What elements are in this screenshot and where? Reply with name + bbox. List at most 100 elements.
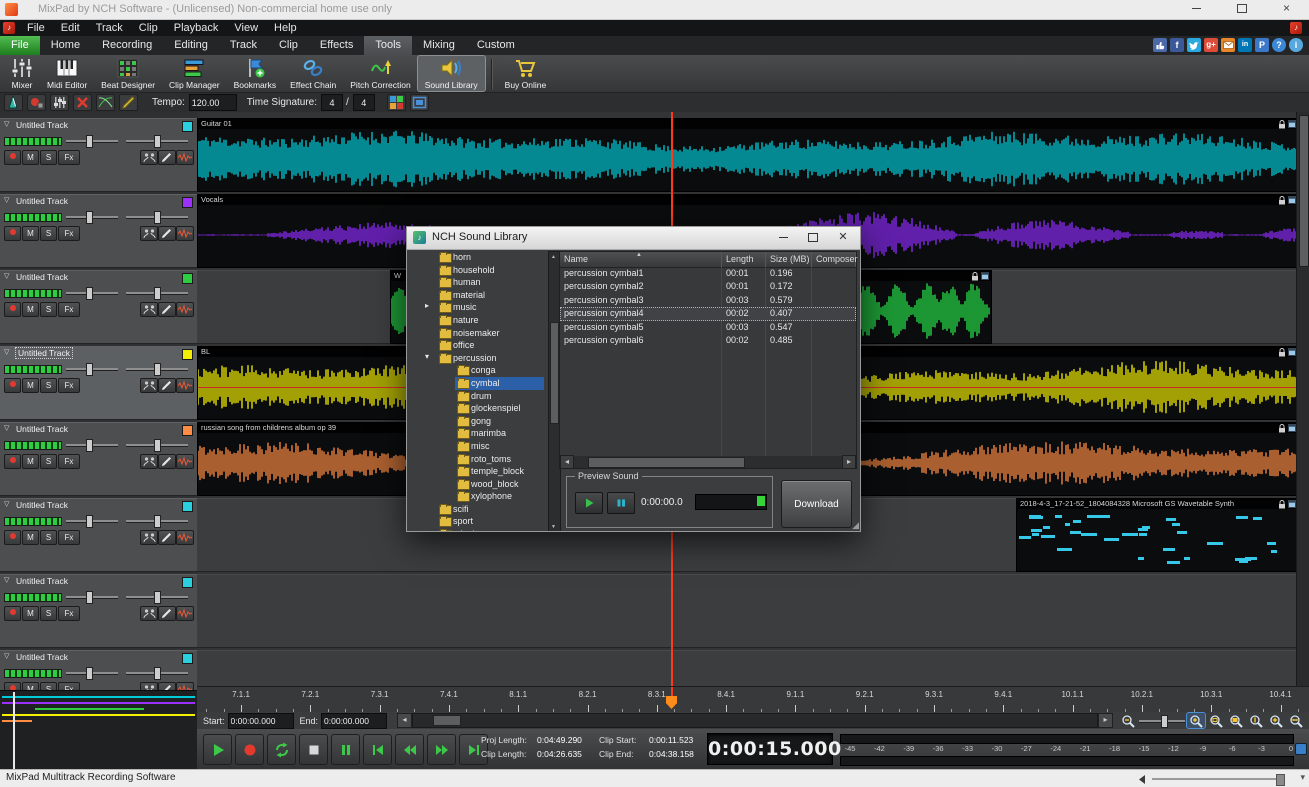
tab-file[interactable]: File: [0, 36, 40, 55]
tree-item-conga[interactable]: conga: [413, 364, 546, 377]
tree-item-material[interactable]: material: [413, 289, 546, 302]
effect-chain-button[interactable]: Effect Chain: [283, 56, 343, 91]
pitch-correction-button[interactable]: Pitch Correction: [343, 56, 417, 91]
meter-options-icon[interactable]: [1295, 743, 1307, 755]
loop-button[interactable]: [267, 734, 296, 765]
pause-button[interactable]: [331, 734, 360, 765]
tree-item-cymbal[interactable]: cymbal: [413, 377, 546, 390]
dialog-close-icon[interactable]: ✕: [828, 227, 858, 249]
tree-scroll-up-icon[interactable]: ▲: [549, 252, 558, 262]
zoom-selection-icon[interactable]: [1207, 713, 1225, 728]
record-arm-button[interactable]: [4, 226, 21, 241]
mute-button[interactable]: M: [22, 302, 39, 317]
sends-icon[interactable]: [140, 226, 158, 241]
tree-item-scifi[interactable]: scifi: [413, 503, 546, 516]
play-button[interactable]: [203, 734, 232, 765]
menu-view[interactable]: View: [226, 20, 266, 36]
fx-button[interactable]: Fx: [58, 302, 80, 317]
scroll-left-icon[interactable]: ◂: [397, 713, 412, 728]
collapse-icon[interactable]: ▽: [4, 196, 9, 204]
sends-icon[interactable]: [140, 150, 158, 165]
solo-button[interactable]: S: [40, 378, 57, 393]
track-header-4[interactable]: ▽Untitled TrackMSFx: [0, 346, 197, 420]
tree-item-marimba[interactable]: marimba: [413, 427, 546, 440]
to-start-button[interactable]: [363, 734, 392, 765]
automation-pencil-icon[interactable]: [158, 530, 176, 545]
sound-row-5[interactable]: percussion cymbal500:030.547: [560, 321, 856, 334]
tree-item-misc[interactable]: misc: [413, 440, 546, 453]
record-arm-button[interactable]: [4, 530, 21, 545]
pan-slider[interactable]: [126, 591, 188, 602]
slider-thumb[interactable]: [86, 591, 93, 604]
automation-pencil-icon[interactable]: [158, 150, 176, 165]
tree-scroll-down-icon[interactable]: ▼: [549, 522, 558, 531]
start-time-input[interactable]: [228, 713, 294, 729]
dialog-titlebar[interactable]: ♪ NCH Sound Library ✕: [407, 227, 860, 250]
preview-stop-button[interactable]: [607, 492, 635, 514]
slider-thumb[interactable]: [86, 515, 93, 528]
delete-clip-icon[interactable]: [73, 94, 92, 111]
scrollbar-thumb[interactable]: [433, 715, 461, 726]
tree-item-xylophone[interactable]: xylophone: [413, 490, 546, 503]
sound-row-4[interactable]: percussion cymbal400:020.407: [560, 307, 856, 320]
tree-item-office[interactable]: office: [413, 339, 546, 352]
fx-button[interactable]: Fx: [58, 150, 80, 165]
solo-button[interactable]: S: [40, 226, 57, 241]
tab-track[interactable]: Track: [219, 36, 268, 55]
fx-button[interactable]: Fx: [58, 606, 80, 621]
tree-item-roto_toms[interactable]: roto_toms: [413, 453, 546, 466]
tree-item-percussion[interactable]: ▾percussion: [413, 352, 546, 365]
clip-1[interactable]: Guitar 01: [197, 118, 1299, 192]
slider-thumb[interactable]: [154, 211, 161, 224]
preview-play-button[interactable]: [575, 492, 603, 514]
tree-item-sport[interactable]: sport: [413, 515, 546, 528]
horizontal-scrollbar[interactable]: ◂ ▸: [397, 714, 1113, 727]
tab-home[interactable]: Home: [40, 36, 91, 55]
facebook-icon[interactable]: f: [1170, 38, 1184, 52]
googleplus-icon[interactable]: g+: [1204, 38, 1218, 52]
volume-slider[interactable]: [66, 363, 118, 374]
volume-icon[interactable]: [1136, 774, 1147, 785]
collapse-icon[interactable]: ▽: [4, 424, 9, 432]
mute-button[interactable]: M: [22, 530, 39, 545]
slider-thumb[interactable]: [86, 667, 93, 680]
collapse-icon[interactable]: ▽: [4, 500, 9, 508]
sends-icon[interactable]: [140, 454, 158, 469]
statusbar-dropdown-icon[interactable]: ▾: [1300, 772, 1305, 783]
marker-pencil-icon[interactable]: [119, 94, 138, 111]
tree-item-telephone[interactable]: telephone: [413, 528, 546, 531]
menu-edit[interactable]: Edit: [53, 20, 88, 36]
column-header-sizemb[interactable]: Size (MB): [766, 252, 812, 267]
sound-row-3[interactable]: percussion cymbal300:030.579: [560, 294, 856, 307]
waveform-view-icon[interactable]: [176, 530, 194, 545]
tab-mixing[interactable]: Mixing: [412, 36, 466, 55]
dialog-maximize-icon[interactable]: [798, 227, 828, 249]
tree-item-music[interactable]: ▸music: [413, 301, 546, 314]
track-header-1[interactable]: ▽Untitled TrackMSFx: [0, 118, 197, 192]
info-icon[interactable]: i: [1289, 38, 1303, 52]
volume-slider-thumb[interactable]: [1276, 774, 1285, 786]
record-arm-button[interactable]: [4, 378, 21, 393]
expand-arrow-icon[interactable]: ▸: [425, 301, 429, 310]
zoom-out-icon[interactable]: [1119, 713, 1137, 728]
volume-slider[interactable]: [66, 439, 118, 450]
menu-help[interactable]: Help: [266, 20, 305, 36]
sends-icon[interactable]: [140, 378, 158, 393]
zoom-slider-thumb[interactable]: [1161, 715, 1168, 728]
crossfade-icon[interactable]: [96, 94, 115, 111]
column-header-composer[interactable]: Composer: [812, 252, 856, 267]
waveform-view-icon[interactable]: [176, 378, 194, 393]
help-icon[interactable]: ?: [1272, 38, 1286, 52]
midi-editor-button[interactable]: Midi Editor: [40, 56, 94, 91]
automation-pencil-icon[interactable]: [158, 606, 176, 621]
slider-thumb[interactable]: [86, 211, 93, 224]
mute-button[interactable]: M: [22, 606, 39, 621]
slider-thumb[interactable]: [154, 363, 161, 376]
dialog-minimize-icon[interactable]: [768, 227, 798, 249]
tab-editing[interactable]: Editing: [163, 36, 219, 55]
track-lane-8[interactable]: [197, 650, 1297, 686]
zoom-vertical-out-icon[interactable]: [1267, 713, 1285, 728]
zoom-horizontal-icon[interactable]: [1287, 713, 1305, 728]
tree-scrollbar-thumb[interactable]: [550, 322, 559, 424]
mixer-small-icon[interactable]: [50, 94, 69, 111]
